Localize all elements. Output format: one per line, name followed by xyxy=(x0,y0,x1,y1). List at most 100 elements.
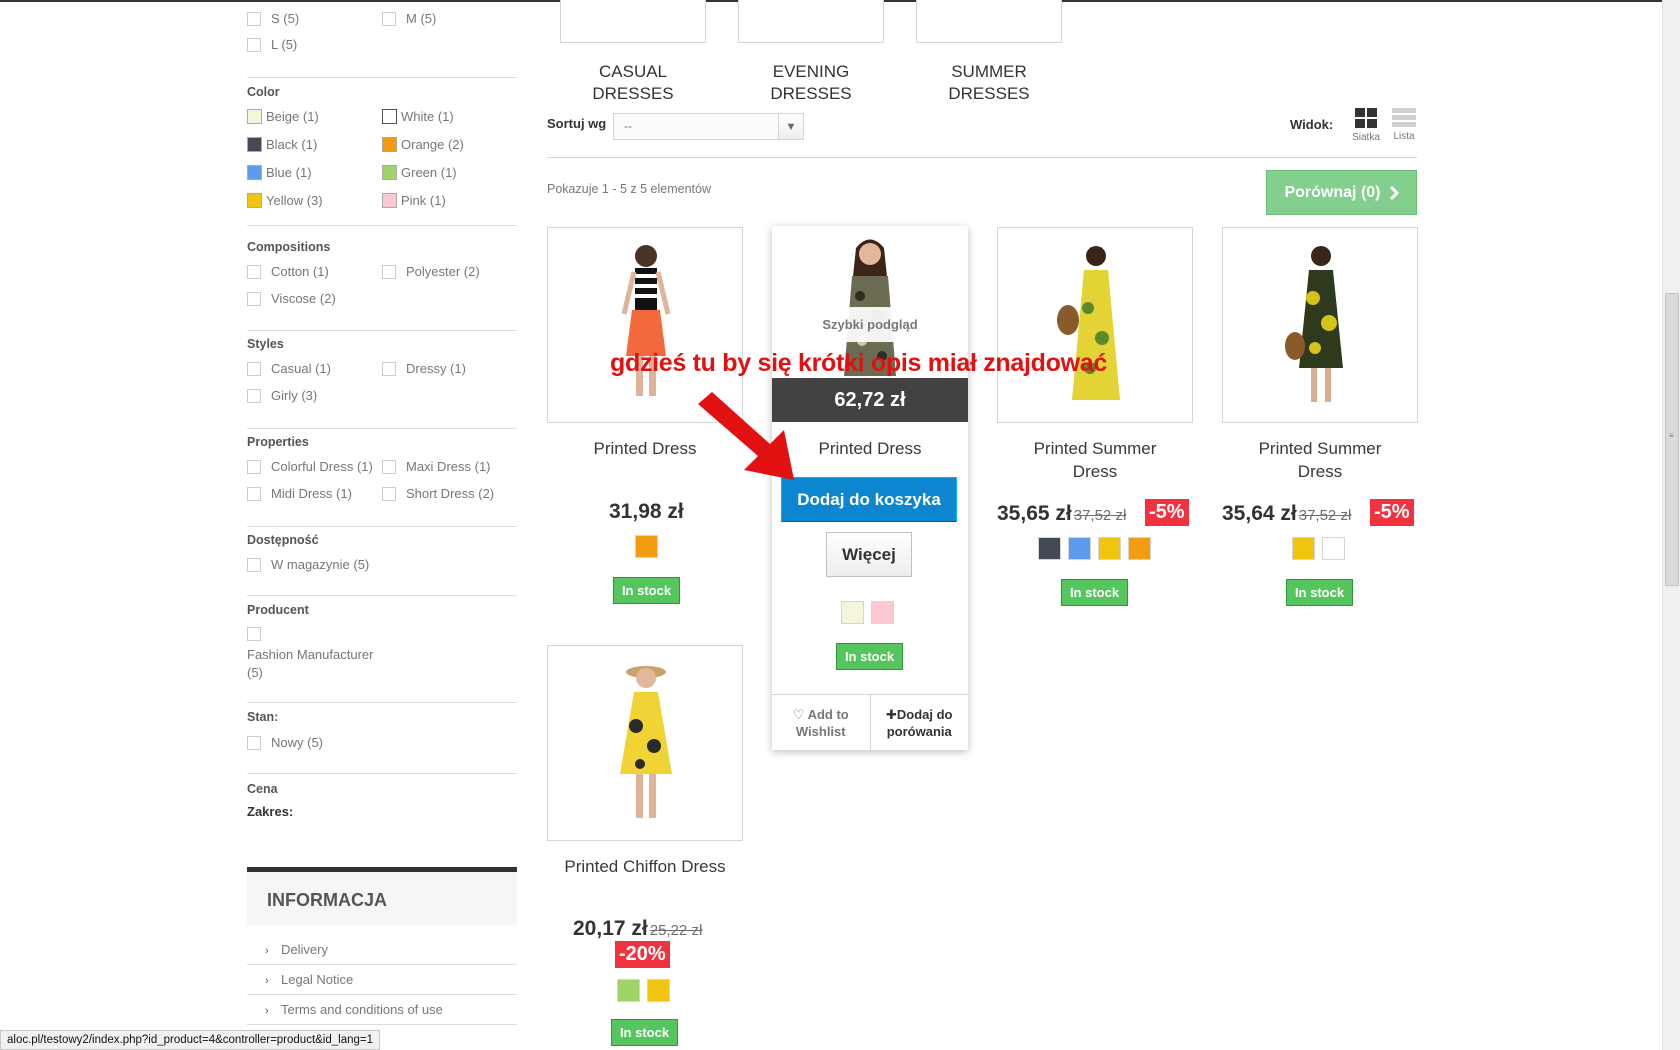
filter-color-blue[interactable]: Blue (1) xyxy=(247,165,312,180)
price-range-label: Zakres: xyxy=(247,804,294,819)
filter-colorful-dress[interactable]: Colorful Dress (1) xyxy=(247,459,373,474)
info-link-terms[interactable]: › Terms and conditions of use xyxy=(247,995,517,1025)
results-count: Pokazuje 1 - 5 z 5 elementów xyxy=(547,182,711,196)
filter-condition-title: Stan: xyxy=(247,710,279,724)
color-swatch[interactable] xyxy=(1098,537,1121,560)
color-swatch[interactable] xyxy=(1128,537,1151,560)
checkbox[interactable] xyxy=(382,11,396,26)
color-swatch[interactable] xyxy=(247,165,262,180)
color-swatch[interactable] xyxy=(382,109,397,124)
color-swatch[interactable] xyxy=(382,165,397,180)
chevron-down-icon[interactable]: ▼ xyxy=(778,114,803,139)
compare-button[interactable]: Porównaj (0) xyxy=(1266,170,1417,215)
add-to-wishlist-link[interactable]: ♡ Add to Wishlist xyxy=(772,695,871,750)
filter-dressy[interactable]: Dressy (1) xyxy=(382,361,466,376)
scrollbar[interactable]: ≡ xyxy=(1662,0,1680,1050)
product-name[interactable]: Printed Chiffon Dress xyxy=(547,855,743,878)
filter-color-beige[interactable]: Beige (1) xyxy=(247,109,319,124)
color-swatch[interactable] xyxy=(635,535,658,558)
filter-midi-dress[interactable]: Midi Dress (1) xyxy=(247,486,352,501)
checkbox[interactable] xyxy=(247,388,261,403)
sort-select[interactable]: -- ▼ xyxy=(613,113,804,140)
checkbox[interactable] xyxy=(382,459,396,474)
filter-manufacturer-checkbox[interactable] xyxy=(247,627,261,641)
product-photo xyxy=(1057,246,1120,400)
scrollbar-thumb[interactable]: ≡ xyxy=(1665,293,1679,586)
color-swatch[interactable] xyxy=(1068,537,1091,560)
filter-girly[interactable]: Girly (3) xyxy=(247,388,317,403)
filter-in-stock[interactable]: W magazynie (5) xyxy=(247,557,369,572)
list-icon xyxy=(1392,108,1416,127)
filter-short-dress[interactable]: Short Dress (2) xyxy=(382,486,494,501)
discount-badge: -20% xyxy=(615,941,670,968)
filter-manufacturer-label[interactable]: Fashion Manufacturer (5) xyxy=(247,646,373,682)
filter-maxi-dress[interactable]: Maxi Dress (1) xyxy=(382,459,491,474)
color-swatch[interactable] xyxy=(1038,537,1061,560)
category-casual-image[interactable] xyxy=(560,0,706,43)
category-summer-image[interactable] xyxy=(916,0,1062,43)
filter-color-orange[interactable]: Orange (2) xyxy=(382,137,464,152)
product-image[interactable] xyxy=(547,645,743,841)
checkbox[interactable] xyxy=(247,291,261,306)
product-name[interactable]: Printed Summer Dress xyxy=(1222,437,1418,483)
color-swatch[interactable] xyxy=(1322,537,1345,560)
filter-color-yellow[interactable]: Yellow (3) xyxy=(247,193,323,208)
checkbox[interactable] xyxy=(247,37,261,52)
product-image[interactable] xyxy=(997,227,1193,423)
checkbox[interactable] xyxy=(382,361,396,376)
filter-casual[interactable]: Casual (1) xyxy=(247,361,331,376)
add-to-compare-link[interactable]: ✚Dodaj do porówania xyxy=(871,695,969,750)
color-swatch[interactable] xyxy=(382,193,397,208)
checkbox[interactable] xyxy=(247,735,261,750)
checkbox[interactable] xyxy=(247,264,261,279)
divider xyxy=(247,77,517,78)
filter-size-s[interactable]: S (5) xyxy=(247,11,299,26)
color-swatch[interactable] xyxy=(247,109,262,124)
arrow-annotation-icon xyxy=(698,392,794,480)
divider xyxy=(247,595,517,596)
category-summer-label[interactable]: SUMMER DRESSES xyxy=(916,61,1062,105)
chevron-right-icon xyxy=(1389,185,1399,200)
info-link-legal-notice[interactable]: › Legal Notice xyxy=(247,965,517,995)
checkbox[interactable] xyxy=(247,11,261,26)
checkbox[interactable] xyxy=(382,264,396,279)
product-image[interactable] xyxy=(1222,227,1418,423)
filter-new[interactable]: Nowy (5) xyxy=(247,735,323,750)
filter-size-l[interactable]: L (5) xyxy=(247,37,297,52)
category-casual-label[interactable]: CASUAL DRESSES xyxy=(560,61,706,105)
checkbox[interactable] xyxy=(247,557,261,572)
divider xyxy=(247,526,517,527)
filter-size-m[interactable]: M (5) xyxy=(382,11,436,26)
checkbox[interactable] xyxy=(247,486,261,501)
filter-color-green[interactable]: Green (1) xyxy=(382,165,457,180)
color-swatch[interactable] xyxy=(841,601,864,624)
info-link-delivery[interactable]: › Delivery xyxy=(247,935,517,965)
filter-color-pink[interactable]: Pink (1) xyxy=(382,193,446,208)
checkbox[interactable] xyxy=(247,459,261,474)
color-swatch[interactable] xyxy=(617,979,640,1002)
category-evening-label[interactable]: EVENING DRESSES xyxy=(738,61,884,105)
checkbox[interactable] xyxy=(382,486,396,501)
color-swatch[interactable] xyxy=(1292,537,1315,560)
filter-viscose[interactable]: Viscose (2) xyxy=(247,291,336,306)
quick-view-button[interactable]: Szybki podgląd xyxy=(816,307,924,342)
checkbox[interactable] xyxy=(247,361,261,376)
filter-polyester[interactable]: Polyester (2) xyxy=(382,264,480,279)
color-swatch[interactable] xyxy=(647,979,670,1002)
view-list-button[interactable]: Lista xyxy=(1387,108,1421,142)
color-swatch[interactable] xyxy=(247,137,262,152)
filter-color-white[interactable]: White (1) xyxy=(382,109,454,124)
divider xyxy=(247,702,517,703)
filter-color-black[interactable]: Black (1) xyxy=(247,137,317,152)
more-button[interactable]: Więcej xyxy=(826,532,912,577)
chevron-right-icon: › xyxy=(265,945,269,957)
filter-cotton[interactable]: Cotton (1) xyxy=(247,264,329,279)
category-evening-image[interactable] xyxy=(738,0,884,43)
color-swatch[interactable] xyxy=(247,193,262,208)
product-name[interactable]: Printed Summer Dress xyxy=(997,437,1193,483)
view-grid-button[interactable]: Siatka xyxy=(1349,108,1383,143)
divider xyxy=(547,157,1417,158)
color-swatch[interactable] xyxy=(871,601,894,624)
divider xyxy=(247,773,517,774)
color-swatch[interactable] xyxy=(382,137,397,152)
